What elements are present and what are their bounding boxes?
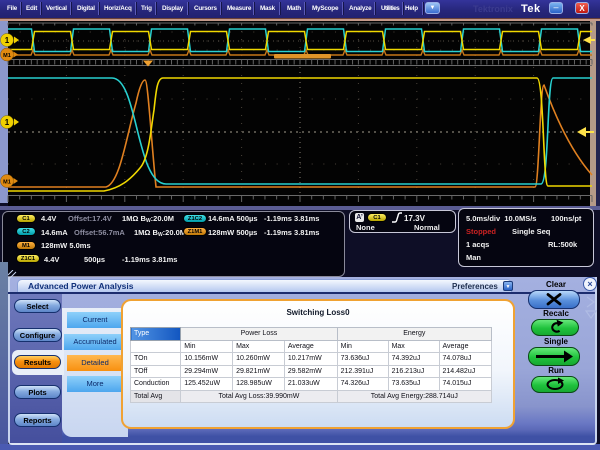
svg-text:1: 1 <box>5 118 10 127</box>
svg-text:M1: M1 <box>3 180 11 186</box>
svg-text:M1: M1 <box>3 53 11 59</box>
svg-text:1: 1 <box>5 36 10 45</box>
